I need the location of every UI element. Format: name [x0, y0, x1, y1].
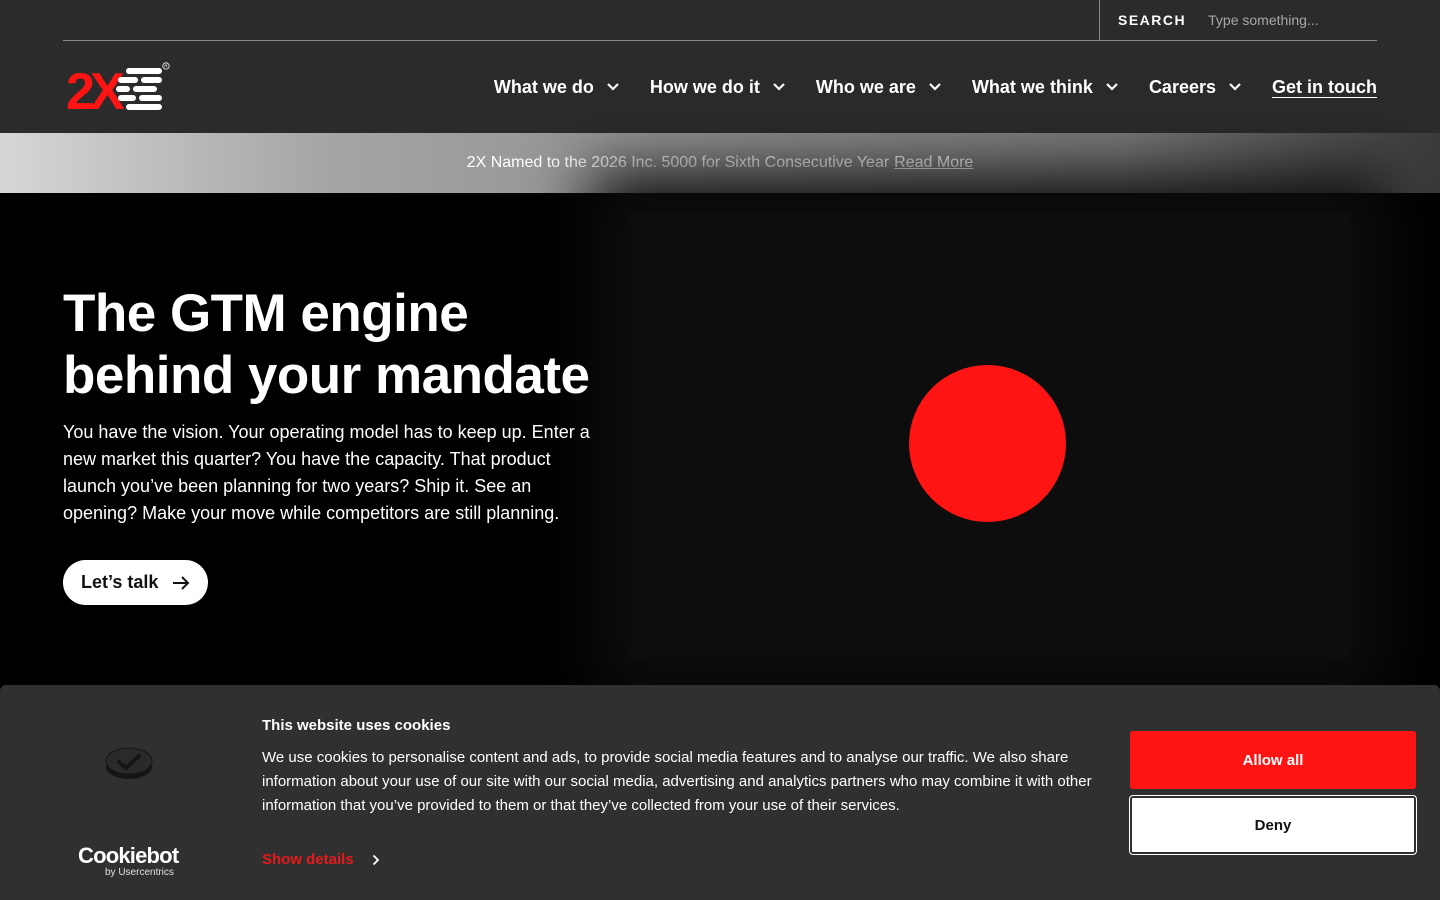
- chevron-down-icon: [1229, 83, 1241, 91]
- cookie-text: We use cookies to personalise content an…: [262, 749, 1092, 814]
- svg-text:R: R: [164, 64, 168, 69]
- chevron-down-icon: [773, 83, 785, 91]
- cookie-title: This website uses cookies: [262, 717, 451, 734]
- hero-title-line: behind your mandate: [63, 346, 590, 405]
- nav-who-we-are[interactable]: Who we are: [816, 77, 942, 98]
- chevron-down-icon: [1106, 83, 1118, 91]
- red-dot-graphic: [909, 365, 1066, 522]
- nav-careers[interactable]: Careers: [1149, 77, 1242, 98]
- chevron-right-icon: [372, 854, 379, 865]
- svg-text:2: 2: [66, 63, 93, 112]
- cookiebot-sub: by Usercentrics: [105, 867, 174, 878]
- search-input[interactable]: [1208, 12, 1359, 28]
- nav-what-we-do[interactable]: What we do: [494, 77, 620, 98]
- 2x-logo[interactable]: 2 X R: [66, 62, 172, 121]
- cookiebot-logo[interactable]: Cookiebot by Usercentrics: [78, 843, 179, 879]
- lets-talk-button[interactable]: Let’s talk: [63, 560, 209, 605]
- cookiebot-icon: [105, 747, 153, 779]
- nav-label: What we do: [493, 76, 594, 97]
- chevron-down-icon: [607, 83, 619, 91]
- search-box: SEARCH: [1099, 0, 1377, 40]
- nav-label: How we do it: [649, 76, 760, 97]
- show-details-link[interactable]: Show details: [262, 851, 380, 868]
- chevron-down-icon: [929, 83, 941, 91]
- site-header: SEARCH 2 X R What we do: [0, 0, 1440, 133]
- show-details-label: Show details: [262, 851, 354, 868]
- hero-section: The GTM engine behind your mandate You h…: [0, 193, 1440, 700]
- allow-all-button[interactable]: Allow all: [1130, 731, 1416, 789]
- hero-description: You have the vision. Your operating mode…: [63, 422, 590, 523]
- nav-label: What we think: [971, 76, 1093, 97]
- arrow-right-icon: [173, 575, 190, 590]
- top-search-bar: SEARCH: [63, 0, 1377, 41]
- search-label[interactable]: SEARCH: [1118, 12, 1186, 28]
- deny-button[interactable]: Deny: [1129, 795, 1417, 855]
- get-in-touch-link[interactable]: Get in touch: [1272, 77, 1377, 98]
- hero-title-line: The GTM engine: [63, 284, 469, 343]
- main-nav: What we do How we do it Who we are What …: [494, 72, 1377, 102]
- announcement-text: 2X Named to the 2026 Inc. 5000 for Sixth…: [466, 154, 890, 171]
- hero-title: The GTM engine behind your mandate: [63, 283, 643, 407]
- button-label: Let’s talk: [81, 572, 159, 592]
- read-more-link[interactable]: Read More: [894, 154, 973, 172]
- cookie-banner: Cookiebot by Usercentrics This website u…: [0, 685, 1440, 900]
- nav-label: Careers: [1148, 76, 1216, 97]
- nav-label: Who we are: [815, 76, 916, 97]
- announcement-bar: 2X Named to the 2026 Inc. 5000 for Sixth…: [0, 133, 1440, 193]
- nav-how-we-do-it[interactable]: How we do it: [650, 77, 786, 98]
- cookiebot-wordmark: Cookiebot: [78, 843, 179, 868]
- nav-what-we-think[interactable]: What we think: [972, 77, 1119, 98]
